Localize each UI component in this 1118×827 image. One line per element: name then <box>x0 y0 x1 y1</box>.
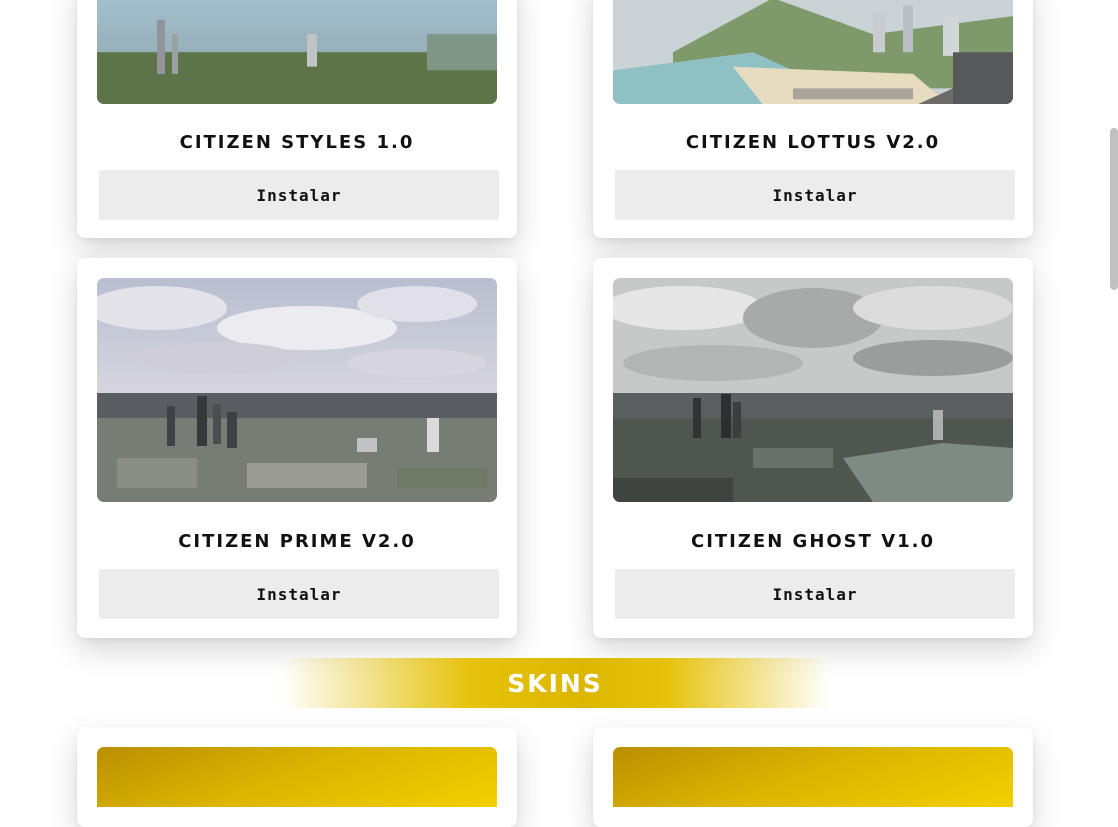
skin-card <box>77 727 517 827</box>
section-title: SKINS <box>507 668 603 698</box>
mod-title: CITIZEN STYLES 1.0 <box>179 132 415 153</box>
install-button[interactable]: Instalar <box>99 170 499 220</box>
mod-card-citizen-ghost: CITIZEN GHOST V1.0 Instalar <box>593 258 1033 638</box>
skin-card <box>593 727 1033 827</box>
install-button[interactable]: Instalar <box>615 170 1015 220</box>
install-button[interactable]: Instalar <box>99 569 499 619</box>
mod-thumbnail <box>613 278 1013 502</box>
mod-title: CITIZEN LOTTUS V2.0 <box>685 132 941 153</box>
skin-thumbnail <box>97 747 497 807</box>
mod-card-citizen-lottus: CITIZEN LOTTUS V2.0 Instalar <box>593 0 1033 238</box>
install-button[interactable]: Instalar <box>615 569 1015 619</box>
mod-thumbnail <box>97 278 497 502</box>
scrollbar-thumb[interactable] <box>1110 128 1118 290</box>
section-header-skins: SKINS <box>280 658 830 708</box>
mod-title: CITIZEN PRIME V2.0 <box>178 531 416 552</box>
mod-thumbnail <box>97 0 497 104</box>
mod-thumbnail <box>613 0 1013 104</box>
skin-thumbnail <box>613 747 1013 807</box>
mod-title: CITIZEN GHOST V1.0 <box>690 531 936 552</box>
mod-card-citizen-styles: CITIZEN STYLES 1.0 Instalar <box>77 0 517 238</box>
mod-card-citizen-prime: CITIZEN PRIME V2.0 Instalar <box>77 258 517 638</box>
